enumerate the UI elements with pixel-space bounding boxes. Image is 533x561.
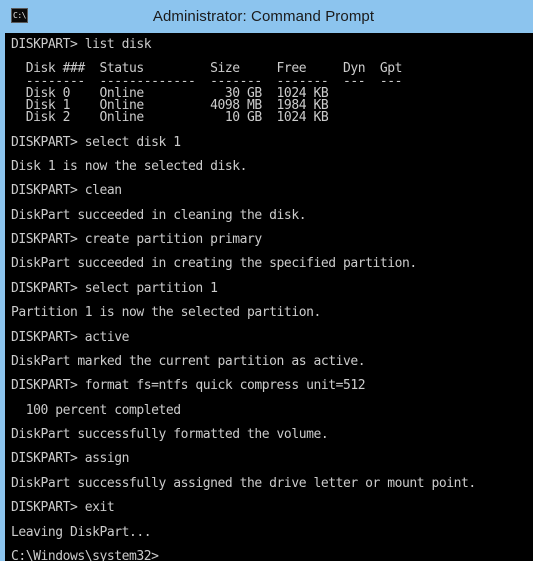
console-line: Partition 1 is now the selected partitio… <box>11 305 321 321</box>
console-line: DiskPart succeeded in creating the speci… <box>11 256 417 272</box>
console-line: DISKPART> create partition primary <box>11 232 262 247</box>
command-prompt-icon[interactable]: C:\ <box>11 8 28 23</box>
console-line: DISKPART> clean <box>11 183 122 199</box>
console-line: 100 percent completed <box>11 402 181 418</box>
console-output: DISKPART> list disk Disk ### Status Size… <box>11 37 533 561</box>
console-frame: DISKPART> list disk Disk ### Status Size… <box>0 33 533 561</box>
window-title: Administrator: Command Prompt <box>152 8 375 25</box>
command-prompt-window: C:\ Administrator: Command Prompt DISKPA… <box>0 0 533 561</box>
console-line: DiskPart successfully assigned the drive… <box>11 475 476 491</box>
console-line: DiskPart marked the current partition as… <box>11 353 366 369</box>
console-line: DiskPart successfully formatted the volu… <box>11 427 329 442</box>
console-line: DISKPART> list disk <box>11 37 152 52</box>
window-titlebar[interactable]: C:\ Administrator: Command Prompt <box>0 0 533 33</box>
console-surface[interactable]: DISKPART> list disk Disk ### Status Size… <box>5 33 533 561</box>
console-line: DISKPART> exit <box>11 500 115 516</box>
console-line: DISKPART> assign <box>11 451 130 467</box>
console-line: DISKPART> active <box>11 329 130 345</box>
console-line: DISKPART> select disk 1 <box>11 134 181 150</box>
console-line: DiskPart succeeded in cleaning the disk. <box>11 207 307 223</box>
console-line: Leaving DiskPart... <box>11 524 152 540</box>
console-line: DISKPART> select partition 1 <box>11 280 218 296</box>
console-line: C:\Windows\system32> <box>11 548 159 561</box>
console-line: Disk 1 is now the selected disk. <box>11 158 248 174</box>
console-line: DISKPART> format fs=ntfs quick compress … <box>11 378 366 394</box>
console-line: Disk 2 Online 10 GB 1024 KB <box>11 110 329 126</box>
